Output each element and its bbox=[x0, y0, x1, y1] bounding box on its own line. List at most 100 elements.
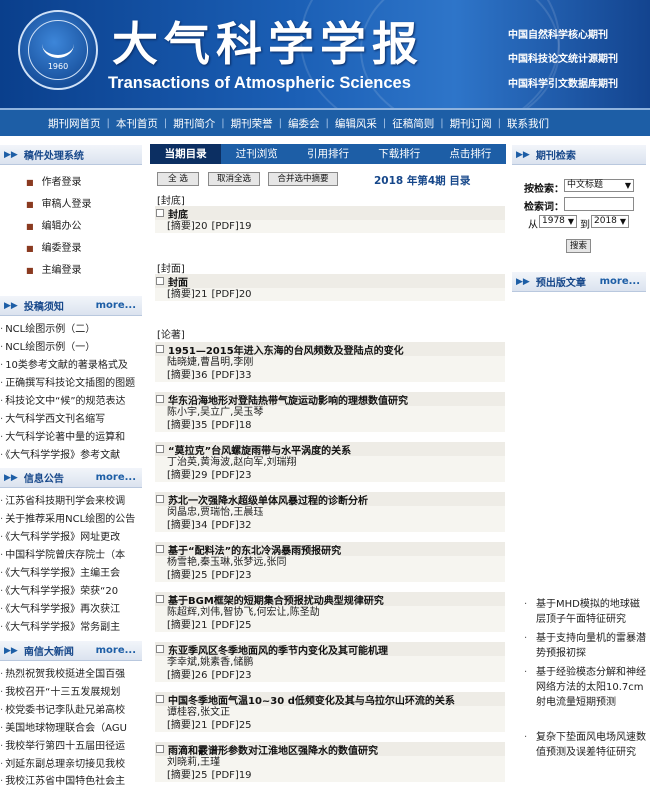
campus-news-item[interactable]: · 热烈祝贺我校挺进全国百强 bbox=[0, 665, 142, 680]
article-checkbox[interactable] bbox=[156, 745, 164, 753]
pdf-link[interactable]: [PDF]32 bbox=[212, 520, 252, 531]
nav-editorial-board[interactable]: 编委会 bbox=[282, 116, 326, 131]
abstract-link[interactable]: [摘要]20 bbox=[167, 221, 208, 232]
news-item[interactable]: · 《大气科学学报》主编王会 bbox=[0, 564, 142, 579]
pdf-link[interactable]: [PDF]25 bbox=[212, 720, 252, 731]
article-title[interactable]: 基于BGM框架的短期集合预报扰动典型规律研究 bbox=[168, 592, 384, 607]
notice-item[interactable]: · 大气科学西文刊名缩写 bbox=[0, 410, 142, 425]
login-board-member[interactable]: ■ 编委登录 bbox=[26, 239, 82, 254]
login-chief-editor[interactable]: ■ 主编登录 bbox=[26, 261, 82, 276]
article-title[interactable]: 中国冬季地面气温10~30 d低频变化及其与乌拉尔山环流的关系 bbox=[168, 692, 455, 707]
news-item[interactable]: · 江苏省科技期刊学会来校调 bbox=[0, 492, 142, 507]
campus-news-more-link[interactable]: more... bbox=[96, 645, 136, 656]
article-checkbox[interactable] bbox=[156, 209, 164, 217]
merge-abstracts-button[interactable]: 合并选中摘要 bbox=[268, 172, 338, 186]
tab-current-issue[interactable]: 当期目录 bbox=[150, 144, 222, 164]
pdf-link[interactable]: [PDF]19 bbox=[212, 770, 252, 781]
abstract-link[interactable]: [摘要]25 bbox=[167, 570, 208, 581]
notice-item[interactable]: · 《大气科学学报》参考文献 bbox=[0, 446, 142, 461]
login-author[interactable]: ■ 作者登录 bbox=[26, 173, 82, 188]
journal-logo[interactable]: 1960 bbox=[18, 10, 98, 90]
pdf-link[interactable]: [PDF]20 bbox=[212, 289, 252, 300]
article-title[interactable]: 华东沿海地形对登陆热带气旋运动影响的理想数值研究 bbox=[168, 392, 408, 407]
article-checkbox[interactable] bbox=[156, 695, 164, 703]
nav-submission-guide[interactable]: 征稿简则 bbox=[386, 116, 440, 131]
nav-portal-home[interactable]: 期刊网首页 bbox=[42, 116, 107, 131]
abstract-link[interactable]: [摘要]25 bbox=[167, 770, 208, 781]
pdf-link[interactable]: [PDF]25 bbox=[212, 620, 252, 631]
search-field-select[interactable]: 中文标题 ▼ bbox=[564, 179, 634, 192]
news-item[interactable]: · 《大气科学学报》常务副主 bbox=[0, 618, 142, 633]
abstract-link[interactable]: [摘要]36 bbox=[167, 370, 208, 381]
preprint-item[interactable]: · 基于支持向量机的雷暴潜势预报初探 bbox=[524, 631, 646, 661]
abstract-link[interactable]: [摘要]21 bbox=[167, 620, 208, 631]
article-checkbox[interactable] bbox=[156, 595, 164, 603]
campus-news-item[interactable]: · 我校举行第四十五届田径运 bbox=[0, 737, 142, 752]
pdf-link[interactable]: [PDF]18 bbox=[212, 420, 252, 431]
notice-item[interactable]: · 科技论文中“候”的规范表达 bbox=[0, 392, 142, 407]
abstract-link[interactable]: [摘要]21 bbox=[167, 289, 208, 300]
pdf-link[interactable]: [PDF]23 bbox=[212, 670, 252, 681]
article-checkbox[interactable] bbox=[156, 445, 164, 453]
pdf-link[interactable]: [PDF]23 bbox=[212, 570, 252, 581]
campus-news-item[interactable]: · 美国地球物理联合会（AGU bbox=[0, 719, 142, 734]
notice-item[interactable]: · 10类参考文献的著录格式及 bbox=[0, 356, 142, 371]
abstract-link[interactable]: [摘要]35 bbox=[167, 420, 208, 431]
abstract-link[interactable]: [摘要]21 bbox=[167, 720, 208, 731]
news-item[interactable]: · 《大气科学学报》网址更改 bbox=[0, 528, 142, 543]
campus-news-item[interactable]: · 我校江苏省中国特色社会主 bbox=[0, 772, 142, 787]
article-title[interactable]: “莫拉克”台风螺旋雨带与水平涡度的关系 bbox=[168, 442, 351, 457]
news-more-link[interactable]: more... bbox=[96, 472, 136, 483]
article-checkbox[interactable] bbox=[156, 645, 164, 653]
article-title[interactable]: 东亚季风区冬季地面风的季节内变化及其可能机理 bbox=[168, 642, 388, 657]
select-all-button[interactable]: 全 选 bbox=[157, 172, 199, 186]
search-button[interactable]: 搜索 bbox=[566, 239, 591, 253]
deselect-all-button[interactable]: 取消全选 bbox=[208, 172, 260, 186]
tab-past-issues[interactable]: 过刊浏览 bbox=[221, 144, 292, 164]
preprint-item[interactable]: · 复杂下垫面风电场风速数值预测及误差特征研究 bbox=[524, 730, 646, 760]
tab-click-rank[interactable]: 点击排行 bbox=[435, 144, 506, 164]
abstract-link[interactable]: [摘要]29 bbox=[167, 470, 208, 481]
preprint-item[interactable]: · 基于经验模态分解和神经网络方法的太阳10.7cm射电流量短期预测 bbox=[524, 665, 646, 710]
notice-item[interactable]: · 大气科学论著中量的运算和 bbox=[0, 428, 142, 443]
news-item[interactable]: · 中国科学院曾庆存院士（本 bbox=[0, 546, 142, 561]
article-checkbox[interactable] bbox=[156, 345, 164, 353]
article-title[interactable]: 1951—2015年进入东海的台风频数及登陆点的变化 bbox=[168, 342, 404, 357]
nav-contact[interactable]: 联系我们 bbox=[501, 116, 555, 131]
nav-subscribe[interactable]: 期刊订阅 bbox=[444, 116, 498, 131]
article-checkbox[interactable] bbox=[156, 277, 164, 285]
notice-more-link[interactable]: more... bbox=[96, 300, 136, 311]
article-title[interactable]: 封底 bbox=[168, 206, 188, 221]
pdf-link[interactable]: [PDF]23 bbox=[212, 470, 252, 481]
year-from-select[interactable]: 1978 ▼ bbox=[539, 215, 577, 228]
article-title[interactable]: 雨滴和霰谱形参数对江淮地区强降水的数值研究 bbox=[168, 742, 378, 757]
news-item[interactable]: · 《大气科学学报》再次获江 bbox=[0, 600, 142, 615]
article-title[interactable]: 封面 bbox=[168, 274, 188, 289]
login-editor[interactable]: ■ 编辑办公 bbox=[26, 217, 82, 232]
news-item[interactable]: · 《大气科学学报》荣获“20 bbox=[0, 582, 142, 597]
campus-news-item[interactable]: · 校党委书记李队赴兄弟高校 bbox=[0, 701, 142, 716]
pdf-link[interactable]: [PDF]33 bbox=[212, 370, 252, 381]
campus-news-item[interactable]: · 刘延东副总理亲切接见我校 bbox=[0, 755, 142, 770]
campus-news-item[interactable]: · 我校召开“十三五发展规划 bbox=[0, 683, 142, 698]
notice-item[interactable]: · 正确撰写科技论文插图的图题 bbox=[0, 374, 142, 389]
notice-item[interactable]: · NCL绘图示例（一） bbox=[0, 338, 142, 353]
article-checkbox[interactable] bbox=[156, 395, 164, 403]
abstract-link[interactable]: [摘要]34 bbox=[167, 520, 208, 531]
news-item[interactable]: · 关于推荐采用NCL绘图的公告 bbox=[0, 510, 142, 525]
tab-citation-rank[interactable]: 引用排行 bbox=[292, 144, 363, 164]
login-reviewer[interactable]: ■ 审稿人登录 bbox=[26, 195, 92, 210]
tab-download-rank[interactable]: 下载排行 bbox=[364, 144, 435, 164]
article-checkbox[interactable] bbox=[156, 545, 164, 553]
pdf-link[interactable]: [PDF]19 bbox=[212, 221, 252, 232]
nav-honors[interactable]: 期刊荣誉 bbox=[225, 116, 279, 131]
article-checkbox[interactable] bbox=[156, 495, 164, 503]
year-to-select[interactable]: 2018 ▼ bbox=[591, 215, 629, 228]
nav-editors[interactable]: 编辑风采 bbox=[329, 116, 383, 131]
article-title[interactable]: 基于“配料法”的东北冷涡暴雨预报研究 bbox=[168, 542, 341, 557]
preprint-item[interactable]: · 基于MHD模拟的地球磁层顶子午面特征研究 bbox=[524, 597, 646, 627]
preprint-more-link[interactable]: more... bbox=[600, 276, 640, 287]
nav-about[interactable]: 期刊简介 bbox=[167, 116, 221, 131]
article-title[interactable]: 苏北一次强降水超级单体风暴过程的诊断分析 bbox=[168, 492, 368, 507]
keyword-input[interactable] bbox=[564, 197, 634, 211]
